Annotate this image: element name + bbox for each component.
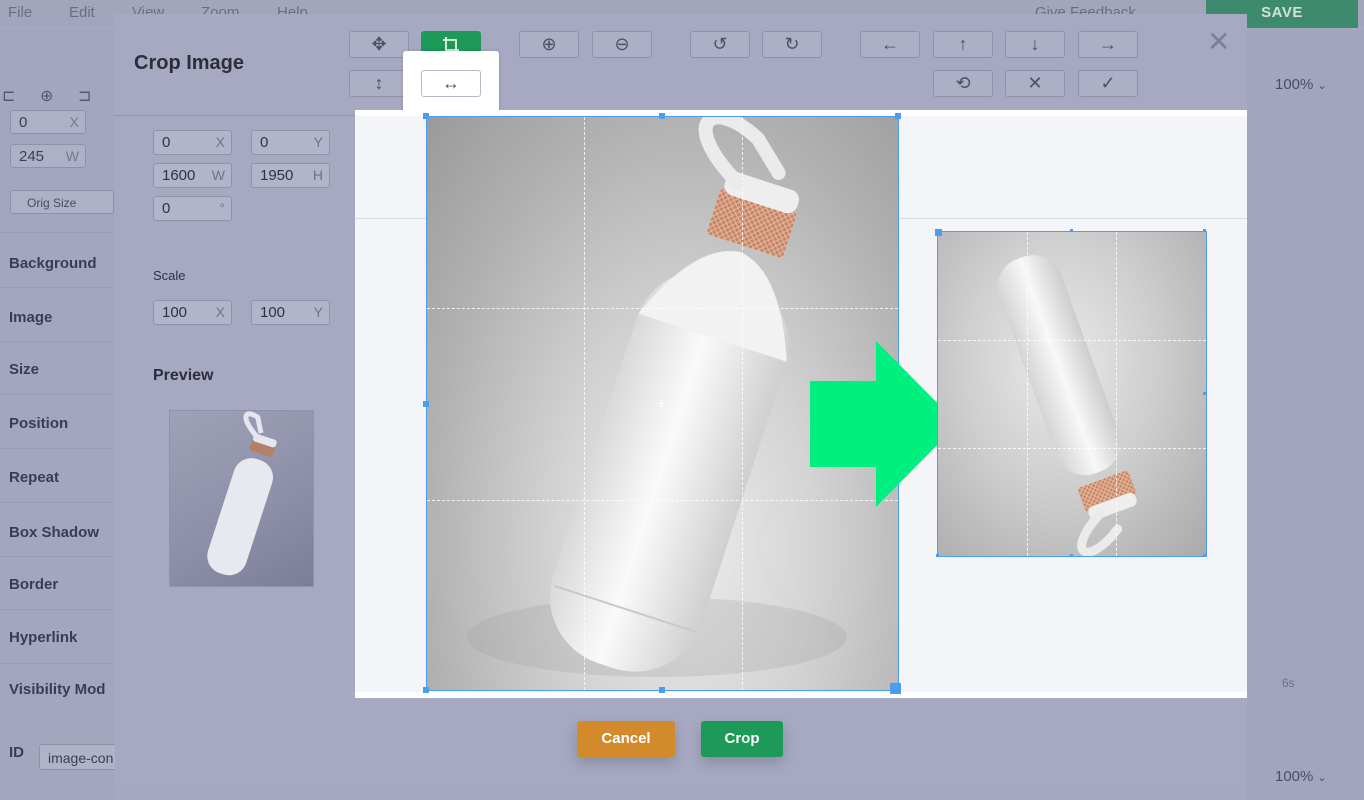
align-left-icon[interactable]: ⊏ <box>2 86 15 106</box>
arrow-up-icon: ↑ <box>958 34 968 54</box>
modal-title: Crop Image <box>134 52 245 74</box>
reset-button[interactable]: ⟲ <box>933 70 993 97</box>
crop-image-modal: Crop Image ✕ ✥ ⊕ ⊖ ↺ ↻ ← ↑ ↓ → ↕ ↔ ⟲ ✕ ✓… <box>115 14 1247 786</box>
section-size[interactable]: Size <box>0 341 114 394</box>
result-handle-nw <box>935 229 942 236</box>
center-crosshair-icon: + <box>657 395 666 411</box>
resize-handle-se[interactable] <box>890 683 901 694</box>
result-handle-n <box>1070 229 1073 232</box>
width-field[interactable]: 245 W <box>10 144 86 168</box>
flip-horizontal-button[interactable]: ↔ <box>421 70 481 97</box>
cancel-button[interactable]: Cancel <box>577 721 675 757</box>
alignment-toolbar: ⊏ ⊕ ⊐ <box>0 86 114 108</box>
bottle-preview-icon <box>207 411 277 576</box>
scale-label: Scale <box>153 268 186 283</box>
crop-y-field[interactable]: 0Y <box>251 130 330 155</box>
grid-line-horizontal <box>427 308 898 309</box>
result-handle-s <box>1070 554 1073 557</box>
align-center-icon[interactable]: ⊕ <box>40 86 53 106</box>
rotate-degree-field[interactable]: 0 ° <box>153 196 232 221</box>
rotate-left-icon: ↺ <box>712 34 728 54</box>
arrow-right-icon: → <box>1099 34 1117 54</box>
flip-vertical-button[interactable]: ↕ <box>349 70 409 97</box>
grid-line-vertical <box>584 117 585 690</box>
move-mode-button[interactable]: ✥ <box>349 31 409 58</box>
check-icon: ✓ <box>1100 73 1116 93</box>
resize-handle-w[interactable] <box>423 401 429 407</box>
section-visibility[interactable]: Visibility Mod <box>0 663 114 716</box>
zoom-bottom-select[interactable]: 100% ⌄ <box>1275 768 1327 785</box>
crop-button[interactable]: Crop <box>701 721 783 757</box>
move-left-button[interactable]: ← <box>860 31 920 58</box>
section-box-shadow[interactable]: Box Shadow <box>0 502 114 555</box>
resize-handle-nw[interactable] <box>423 113 429 119</box>
arrow-left-icon: ← <box>881 34 899 54</box>
orig-size-button[interactable]: Orig Size <box>10 190 114 214</box>
preview-label: Preview <box>153 367 214 384</box>
right-panel: 100% ⌄ 6s 100% ⌄ <box>1246 30 1364 800</box>
clear-icon: ✕ <box>1027 73 1043 93</box>
close-icon[interactable]: ✕ <box>1207 28 1230 56</box>
resize-handle-ne[interactable] <box>895 113 901 119</box>
zoom-out-icon: ⊖ <box>614 34 630 54</box>
chevron-down-icon: ⌄ <box>1317 80 1327 92</box>
zoom-top-select[interactable]: 100% ⌄ <box>1275 76 1327 93</box>
crop-height-field[interactable]: 1950 H <box>251 163 330 188</box>
result-handle-se <box>1203 554 1206 557</box>
header-divider <box>115 115 355 116</box>
section-hyperlink[interactable]: Hyperlink <box>0 609 114 662</box>
rotate-right-button[interactable]: ↻ <box>762 31 822 58</box>
preview-image <box>169 410 314 587</box>
timeline-label: 6s <box>1282 676 1295 690</box>
move-icon: ✥ <box>371 34 387 54</box>
align-right-icon[interactable]: ⊐ <box>78 86 91 106</box>
section-border[interactable]: Border <box>0 556 114 609</box>
flip-horizontal-icon: ↔ <box>442 73 460 93</box>
crop-width-field[interactable]: 1600 W <box>153 163 232 188</box>
zoom-out-button[interactable]: ⊖ <box>592 31 652 58</box>
scale-x-field[interactable]: 100 X <box>153 300 232 325</box>
left-panel: ⊏ ⊕ ⊐ 0X 245 W Orig Size Background Image… <box>0 30 114 800</box>
menu-edit[interactable]: Edit <box>69 4 95 21</box>
position-x-field[interactable]: 0X <box>10 110 86 134</box>
chevron-down-icon: ⌄ <box>1317 772 1327 784</box>
clear-button[interactable]: ✕ <box>1005 70 1065 97</box>
grid-line-vertical <box>742 117 743 690</box>
rotate-right-icon: ↻ <box>784 34 800 54</box>
resize-handle-n[interactable] <box>659 113 665 119</box>
section-background[interactable]: Background <box>0 232 114 285</box>
section-image[interactable]: Image <box>0 287 114 340</box>
resize-handle-sw[interactable] <box>423 687 429 693</box>
zoom-in-button[interactable]: ⊕ <box>519 31 579 58</box>
result-crop-box <box>935 229 1207 557</box>
id-label: ID <box>9 744 24 761</box>
rotate-left-button[interactable]: ↺ <box>690 31 750 58</box>
result-handle-e <box>1203 392 1206 395</box>
resize-handle-s[interactable] <box>659 687 665 693</box>
section-repeat[interactable]: Repeat <box>0 448 114 501</box>
menu-file[interactable]: File <box>8 4 32 21</box>
result-handle-ne <box>1203 229 1206 232</box>
confirm-button[interactable]: ✓ <box>1078 70 1138 97</box>
move-right-button[interactable]: → <box>1078 31 1138 58</box>
arrow-down-icon: ↓ <box>1030 34 1040 54</box>
grid-line-vertical <box>1116 232 1117 556</box>
zoom-in-icon: ⊕ <box>541 34 557 54</box>
reset-icon: ⟲ <box>955 73 971 93</box>
result-handle-sw <box>936 554 939 557</box>
move-down-button[interactable]: ↓ <box>1005 31 1065 58</box>
section-position[interactable]: Position <box>0 394 114 447</box>
flip-horizontal-highlight: ↔ <box>403 51 499 116</box>
grid-line-horizontal <box>938 448 1206 449</box>
move-up-button[interactable]: ↑ <box>933 31 993 58</box>
id-field[interactable]: image-con <box>39 744 119 770</box>
scale-y-field[interactable]: 100 Y <box>251 300 330 325</box>
crop-x-field[interactable]: 0X <box>153 130 232 155</box>
grid-line-vertical <box>1027 232 1028 556</box>
flip-vertical-icon: ↕ <box>374 73 384 93</box>
grid-line-horizontal <box>938 340 1206 341</box>
